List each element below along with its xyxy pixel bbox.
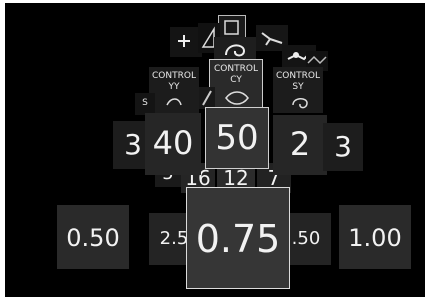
value-tile-upper-far-right[interactable]: 3	[323, 123, 363, 171]
control-partial-left-tile[interactable]: S	[135, 93, 155, 115]
control-yy-label-2: YY	[168, 82, 180, 92]
value-label: 2	[289, 125, 311, 163]
value-label: 0.75	[195, 217, 281, 261]
swirl-icon	[292, 98, 308, 109]
control-cy-label-1: CONTROL	[214, 64, 258, 74]
control-cy-tile[interactable]: CONTROL CY	[209, 59, 263, 111]
control-yy-label-1: CONTROL	[152, 71, 196, 81]
value-tile-lower-center[interactable]: 0.75	[186, 187, 290, 289]
control-cy-label-2: CY	[230, 75, 242, 85]
eye-icon	[225, 91, 249, 105]
value-label: 3	[334, 130, 352, 163]
value-tile-lower-far-left[interactable]: 0.50	[57, 205, 129, 269]
pencil-icon	[202, 90, 212, 106]
control-partial-label: S	[142, 98, 148, 108]
pencil-tile[interactable]	[199, 87, 215, 109]
control-sy-label-2: SY	[292, 82, 304, 92]
value-tile-upper-right[interactable]: 2	[273, 115, 327, 175]
value-label: 12	[223, 166, 249, 190]
value-tile-upper-center[interactable]: 50	[205, 107, 269, 169]
value-label: 0.50	[66, 224, 120, 252]
value-tile-upper-left[interactable]: 40	[145, 113, 201, 175]
plus-icon	[178, 35, 190, 47]
value-label: 50	[215, 118, 259, 158]
wave-icon	[166, 98, 182, 106]
value-label: 40	[152, 124, 194, 162]
value-tile-lower-far-right[interactable]: 1.00	[339, 205, 411, 269]
value-label: 1.00	[348, 224, 402, 252]
control-sy-label-1: CONTROL	[276, 71, 320, 81]
control-sy-tile[interactable]: CONTROL SY	[273, 67, 323, 113]
control-yy-tile[interactable]: CONTROL YY	[149, 67, 199, 113]
carousel-screen: CONTROL YY S CONTROL CY CONTROL SY 5 16 …	[5, 3, 425, 297]
